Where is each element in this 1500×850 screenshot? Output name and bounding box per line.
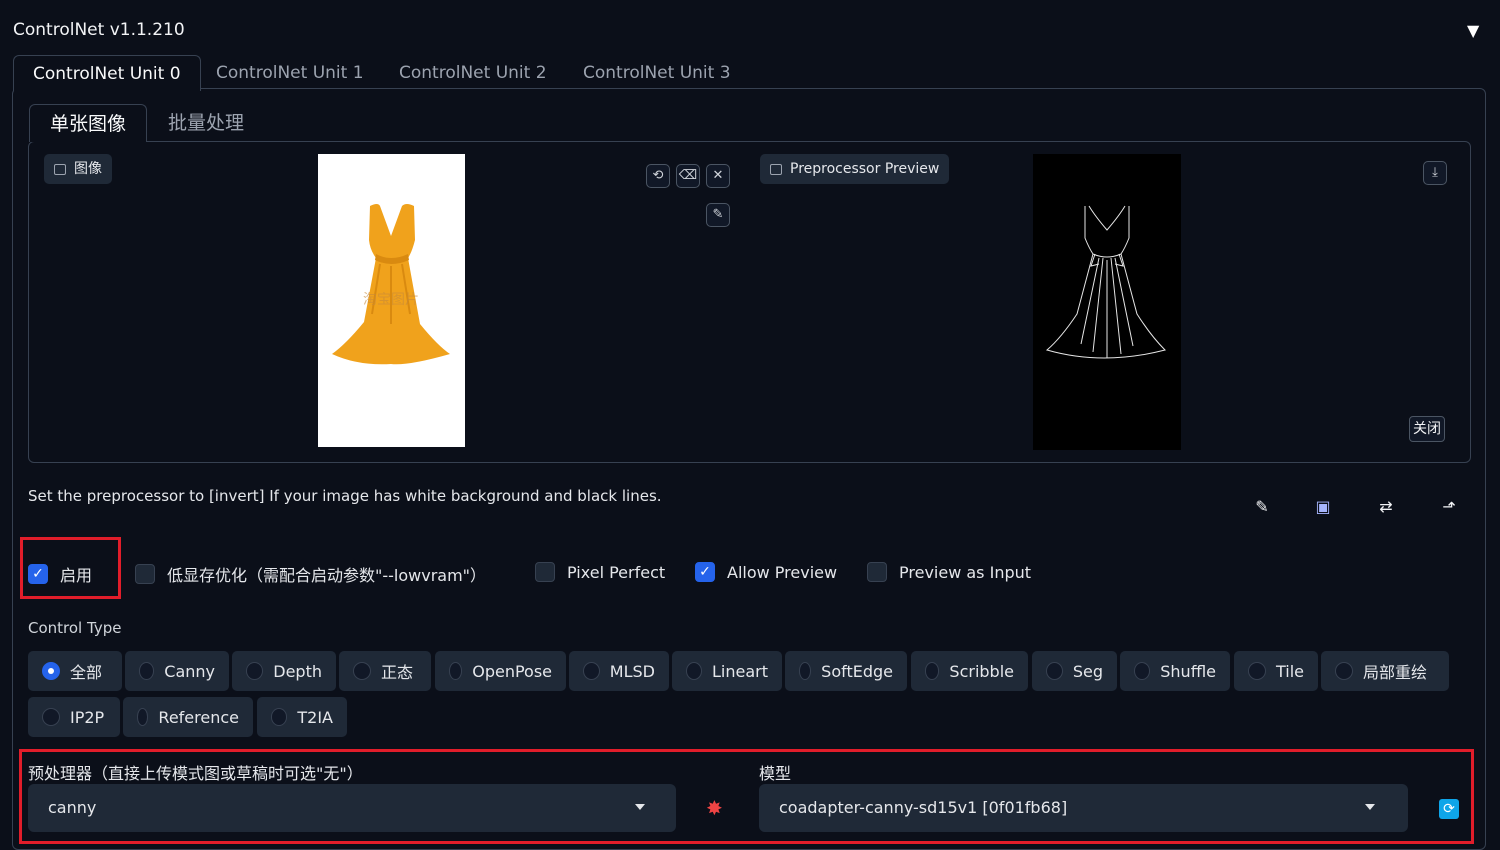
dress-image: 淘宝图片	[332, 204, 450, 365]
preprocessor-preview-label: Preprocessor Preview	[760, 154, 950, 184]
control-type-ip2p[interactable]: IP2P	[28, 697, 120, 737]
control-type-softedge[interactable]: SoftEdge	[785, 651, 907, 691]
lowvram-label: 低显存优化（需配合启动参数"--lowvram"）	[167, 566, 487, 585]
radio-label: T2IA	[297, 707, 333, 727]
tab-controlnet-unit-0[interactable]: ControlNet Unit 0	[13, 55, 201, 91]
control-type-t2ia[interactable]: T2IA	[257, 697, 347, 737]
svg-text:淘宝图片: 淘宝图片	[363, 292, 419, 308]
radio-label: Lineart	[712, 661, 768, 681]
control-type-depth[interactable]: Depth	[232, 651, 336, 691]
image-label-text: 图像	[74, 161, 102, 177]
radio-icon[interactable]	[799, 662, 812, 680]
radio-label: MLSD	[609, 661, 655, 681]
control-type-normal[interactable]: 正态	[339, 651, 431, 691]
brush-icon[interactable]: ✎	[706, 203, 730, 227]
radio-label: 局部重绘	[1363, 663, 1428, 682]
control-type-openpose[interactable]: OpenPose	[435, 651, 566, 691]
edit-icon[interactable]: ✎	[1250, 495, 1274, 519]
radio-icon[interactable]	[925, 662, 940, 680]
uploaded-image[interactable]: 淘宝图片	[318, 154, 465, 447]
radio-label: Shuffle	[1160, 661, 1216, 681]
radio-label: 全部	[70, 663, 103, 682]
preview-as-input-checkbox[interactable]: Preview as Input	[867, 562, 1031, 582]
tab-controlnet-unit-3[interactable]: ControlNet Unit 3	[564, 55, 750, 91]
control-type-seg[interactable]: Seg	[1032, 651, 1117, 691]
close-icon[interactable]: ✕	[706, 164, 730, 188]
checkbox-icon[interactable]	[535, 562, 555, 582]
radio-label: Depth	[273, 661, 322, 681]
radio-selected-icon[interactable]	[42, 662, 60, 680]
camera-icon[interactable]: ▣	[1311, 495, 1335, 519]
radio-icon[interactable]	[137, 708, 149, 726]
eraser-icon[interactable]: ⌫	[676, 164, 700, 188]
radio-label: Reference	[158, 707, 239, 727]
pixel-perfect-checkbox[interactable]: Pixel Perfect	[535, 562, 665, 582]
image-icon	[54, 163, 66, 175]
control-type-reference[interactable]: Reference	[123, 697, 253, 737]
control-type-shuffle[interactable]: Shuffle	[1120, 651, 1230, 691]
control-type-canny[interactable]: Canny	[125, 651, 229, 691]
image-icon	[770, 163, 782, 175]
radio-icon[interactable]	[449, 662, 463, 680]
highlight-preprocessor-model	[19, 749, 1474, 844]
radio-label: SoftEdge	[821, 661, 893, 681]
swap-icon[interactable]: ⇄	[1374, 495, 1398, 519]
checkbox-icon[interactable]	[867, 562, 887, 582]
panel-title: ControlNet v1.1.210	[13, 20, 185, 40]
send-dimensions-icon[interactable]: ⬏	[1437, 495, 1461, 519]
image-label: 图像	[44, 154, 112, 184]
image-input-panel	[28, 141, 1471, 463]
control-type-lineart[interactable]: Lineart	[672, 651, 782, 691]
radio-icon[interactable]	[1335, 662, 1353, 680]
download-icon[interactable]: ⤓	[1423, 161, 1447, 185]
control-type-scribble[interactable]: Scribble	[911, 651, 1028, 691]
highlight-enable	[20, 537, 121, 599]
preprocessor-preview-text: Preprocessor Preview	[790, 161, 940, 177]
allow-preview-label: Allow Preview	[727, 562, 838, 582]
radio-icon[interactable]	[139, 662, 155, 680]
control-type-label: Control Type	[28, 619, 122, 637]
radio-icon[interactable]	[686, 662, 702, 680]
radio-label: OpenPose	[472, 661, 552, 681]
radio-icon[interactable]	[1134, 662, 1151, 680]
control-type-inpaint[interactable]: 局部重绘	[1321, 651, 1449, 691]
close-preview-button[interactable]: 关闭	[1409, 416, 1445, 442]
radio-label: Seg	[1072, 661, 1103, 681]
preprocessor-hint: Set the preprocessor to [invert] If your…	[28, 487, 662, 505]
radio-icon[interactable]	[353, 662, 371, 680]
tab-single-image[interactable]: 单张图像	[29, 104, 148, 142]
checkbox-checked-icon[interactable]: ✓	[695, 562, 715, 582]
allow-preview-checkbox[interactable]: ✓ Allow Preview	[695, 562, 837, 582]
control-type-mlsd[interactable]: MLSD	[569, 651, 669, 691]
radio-icon[interactable]	[583, 662, 600, 680]
radio-label: 正态	[381, 663, 414, 682]
radio-label: Canny	[164, 661, 215, 681]
tab-controlnet-unit-1[interactable]: ControlNet Unit 1	[197, 55, 383, 91]
radio-icon[interactable]	[42, 708, 60, 726]
radio-icon[interactable]	[1248, 662, 1266, 680]
tab-batch[interactable]: 批量处理	[148, 104, 264, 142]
radio-icon[interactable]	[271, 708, 288, 726]
radio-label: Tile	[1275, 661, 1304, 681]
pixel-perfect-label: Pixel Perfect	[567, 562, 666, 582]
radio-label: Scribble	[949, 661, 1014, 681]
radio-icon[interactable]	[1046, 662, 1063, 680]
radio-label: IP2P	[70, 707, 105, 727]
preview-as-input-label: Preview as Input	[899, 562, 1032, 582]
radio-icon[interactable]	[246, 662, 264, 680]
control-type-tile[interactable]: Tile	[1234, 651, 1318, 691]
preprocessor-preview-image	[1033, 154, 1181, 450]
lowvram-checkbox[interactable]: 低显存优化（需配合启动参数"--lowvram"）	[135, 562, 486, 586]
checkbox-icon[interactable]	[135, 564, 155, 584]
tab-controlnet-unit-2[interactable]: ControlNet Unit 2	[380, 55, 566, 91]
control-type-all[interactable]: 全部	[28, 651, 122, 691]
collapse-arrow-icon[interactable]: ▼	[1467, 21, 1479, 40]
edge-map-image	[1045, 205, 1166, 359]
rotate-icon[interactable]: ⟲	[646, 164, 670, 188]
